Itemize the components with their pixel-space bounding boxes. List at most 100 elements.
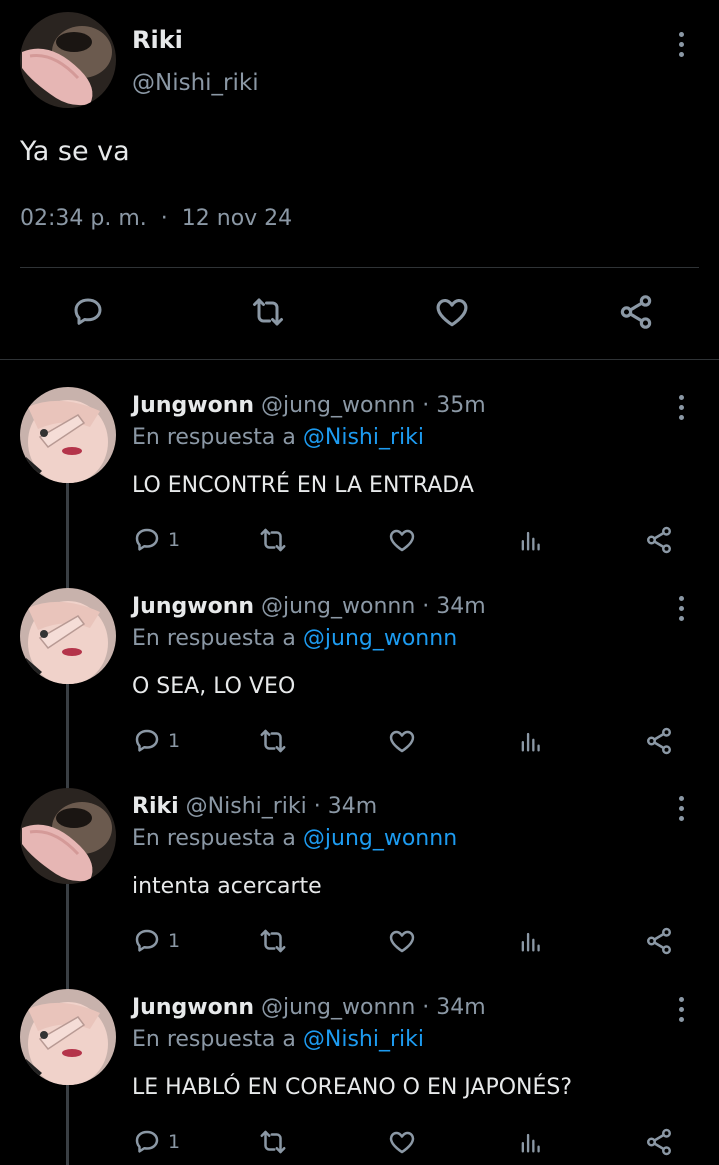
retweet-button[interactable] — [258, 523, 288, 557]
views-button[interactable] — [517, 724, 545, 758]
more-options-icon[interactable] — [676, 32, 686, 57]
tweet-text: Ya se va — [20, 136, 130, 167]
reply-button[interactable]: 1 — [132, 924, 180, 958]
share-button[interactable] — [644, 1125, 674, 1159]
reply-tweet[interactable]: Jungwonn @jung_wonnn · 34m En respuesta … — [0, 987, 719, 1165]
share-button[interactable] — [644, 924, 674, 958]
reply-text: LE HABLÓ EN COREANO O EN JAPONÉS? — [132, 1075, 573, 1100]
like-button[interactable] — [387, 924, 417, 958]
retweet-icon — [260, 729, 286, 753]
like-button[interactable] — [387, 1125, 417, 1159]
views-button[interactable] — [517, 924, 545, 958]
reply-button[interactable] — [66, 290, 110, 334]
avatar[interactable] — [20, 989, 116, 1085]
reply-dot: · — [422, 995, 430, 1020]
tweet-time: 02:34 p. m. — [20, 206, 147, 231]
reply-button[interactable]: 1 — [132, 724, 180, 758]
in-reply-prefix: En respuesta a — [132, 425, 296, 450]
share-icon — [647, 526, 671, 554]
reply-time[interactable]: 34m — [436, 995, 485, 1020]
retweet-button[interactable] — [258, 724, 288, 758]
share-button[interactable] — [614, 290, 658, 334]
more-options-icon[interactable] — [676, 997, 686, 1022]
reply-actions: 1 — [0, 924, 719, 958]
like-button[interactable] — [387, 523, 417, 557]
more-options-icon[interactable] — [676, 395, 686, 420]
retweet-button[interactable] — [258, 924, 288, 958]
author-name[interactable]: Riki — [132, 26, 183, 54]
share-button[interactable] — [644, 523, 674, 557]
reply-tweet[interactable]: Riki @Nishi_riki · 34m En respuesta a @j… — [0, 786, 719, 986]
in-reply-prefix: En respuesta a — [132, 826, 296, 851]
reply-actions: 1 — [0, 523, 719, 557]
in-reply-handle-link[interactable]: @jung_wonnn — [303, 826, 457, 851]
reply-author-name[interactable]: Jungwonn — [132, 393, 254, 418]
reply-count: 1 — [168, 529, 181, 551]
reply-author-name[interactable]: Riki — [132, 794, 179, 819]
views-icon — [521, 932, 540, 952]
reply-dot: · — [422, 594, 430, 619]
reply-text: intenta acercarte — [132, 874, 322, 899]
more-options-icon[interactable] — [676, 596, 686, 621]
reply-count: 1 — [168, 930, 181, 952]
views-button[interactable] — [517, 1125, 545, 1159]
reply-author-name[interactable]: Jungwonn — [132, 594, 254, 619]
reply-button[interactable]: 1 — [132, 1125, 180, 1159]
in-reply-handle-link[interactable]: @jung_wonnn — [303, 626, 457, 651]
reply-button[interactable]: 1 — [132, 523, 180, 557]
reply-author-handle[interactable]: @jung_wonnn — [261, 594, 415, 619]
reply-text: LO ENCONTRÉ EN LA ENTRADA — [132, 473, 474, 498]
reply-actions: 1 — [0, 724, 719, 758]
heart-icon — [389, 730, 415, 753]
in-reply-prefix: En respuesta a — [132, 626, 296, 651]
tweet-meta: 02:34 p. m. · 12 nov 24 — [20, 206, 292, 231]
author-handle[interactable]: @Nishi_riki — [132, 70, 259, 96]
reply-icon — [135, 929, 159, 952]
reply-icon — [135, 729, 159, 752]
heart-icon — [436, 299, 468, 327]
retweet-button[interactable] — [258, 1125, 288, 1159]
share-button[interactable] — [644, 724, 674, 758]
views-button[interactable] — [517, 523, 545, 557]
reply-time[interactable]: 35m — [436, 393, 485, 418]
reply-author-handle[interactable]: @jung_wonnn — [261, 393, 415, 418]
retweet-button[interactable] — [246, 290, 290, 334]
reply-author-handle[interactable]: @jung_wonnn — [261, 995, 415, 1020]
reply-author-name[interactable]: Jungwonn — [132, 995, 254, 1020]
divider — [20, 267, 699, 268]
in-reply-handle-link[interactable]: @Nishi_riki — [303, 1027, 424, 1052]
reply-author-handle[interactable]: @Nishi_riki — [186, 794, 307, 819]
in-reply-prefix: En respuesta a — [132, 1027, 296, 1052]
reply-count: 1 — [168, 1131, 181, 1153]
reply-text: O SEA, LO VEO — [132, 674, 296, 699]
share-icon — [647, 727, 671, 755]
tweet-date: 12 nov 24 — [181, 206, 293, 231]
share-icon — [620, 295, 652, 329]
avatar[interactable] — [20, 588, 116, 684]
reply-actions: 1 — [0, 1125, 719, 1159]
reply-icon — [74, 298, 102, 325]
meta-separator: · — [160, 206, 168, 231]
reply-tweet[interactable]: Jungwonn @jung_wonnn · 34m En respuesta … — [0, 586, 719, 786]
avatar[interactable] — [20, 12, 116, 108]
avatar[interactable] — [20, 788, 116, 884]
main-tweet: Riki @Nishi_riki Ya se va 02:34 p. m. · … — [0, 0, 719, 360]
more-options-icon[interactable] — [676, 796, 686, 821]
share-icon — [647, 927, 671, 955]
reply-time[interactable]: 34m — [328, 794, 377, 819]
heart-icon — [389, 1131, 415, 1154]
reply-time[interactable]: 34m — [436, 594, 485, 619]
views-icon — [521, 1133, 540, 1153]
in-reply-handle-link[interactable]: @Nishi_riki — [303, 425, 424, 450]
in-reply-to: En respuesta a @jung_wonnn — [132, 626, 457, 651]
reply-icon — [135, 1130, 159, 1153]
like-button[interactable] — [430, 290, 474, 334]
share-icon — [647, 1128, 671, 1156]
avatar[interactable] — [20, 387, 116, 483]
heart-icon — [389, 529, 415, 552]
like-button[interactable] — [387, 724, 417, 758]
reply-tweet[interactable]: Jungwonn @jung_wonnn · 35m En respuesta … — [0, 385, 719, 585]
reply-icon — [135, 528, 159, 551]
heart-icon — [389, 930, 415, 953]
retweet-icon — [260, 929, 286, 953]
